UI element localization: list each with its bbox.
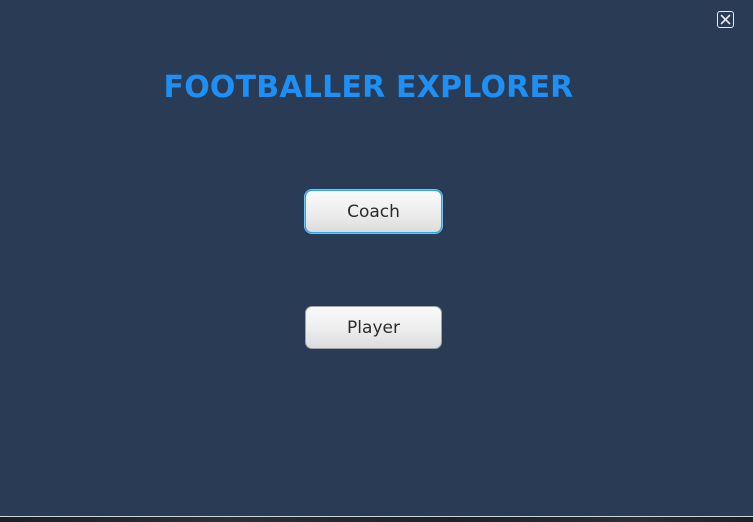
player-button[interactable]: Player <box>305 306 442 349</box>
window-bottom-edge <box>0 516 753 522</box>
app-title: FOOTBALLER EXPLORER <box>163 70 574 105</box>
close-icon <box>720 14 731 25</box>
close-button[interactable] <box>717 11 734 28</box>
app-window: FOOTBALLER EXPLORER Coach Player <box>0 0 753 516</box>
coach-button[interactable]: Coach <box>305 190 442 233</box>
